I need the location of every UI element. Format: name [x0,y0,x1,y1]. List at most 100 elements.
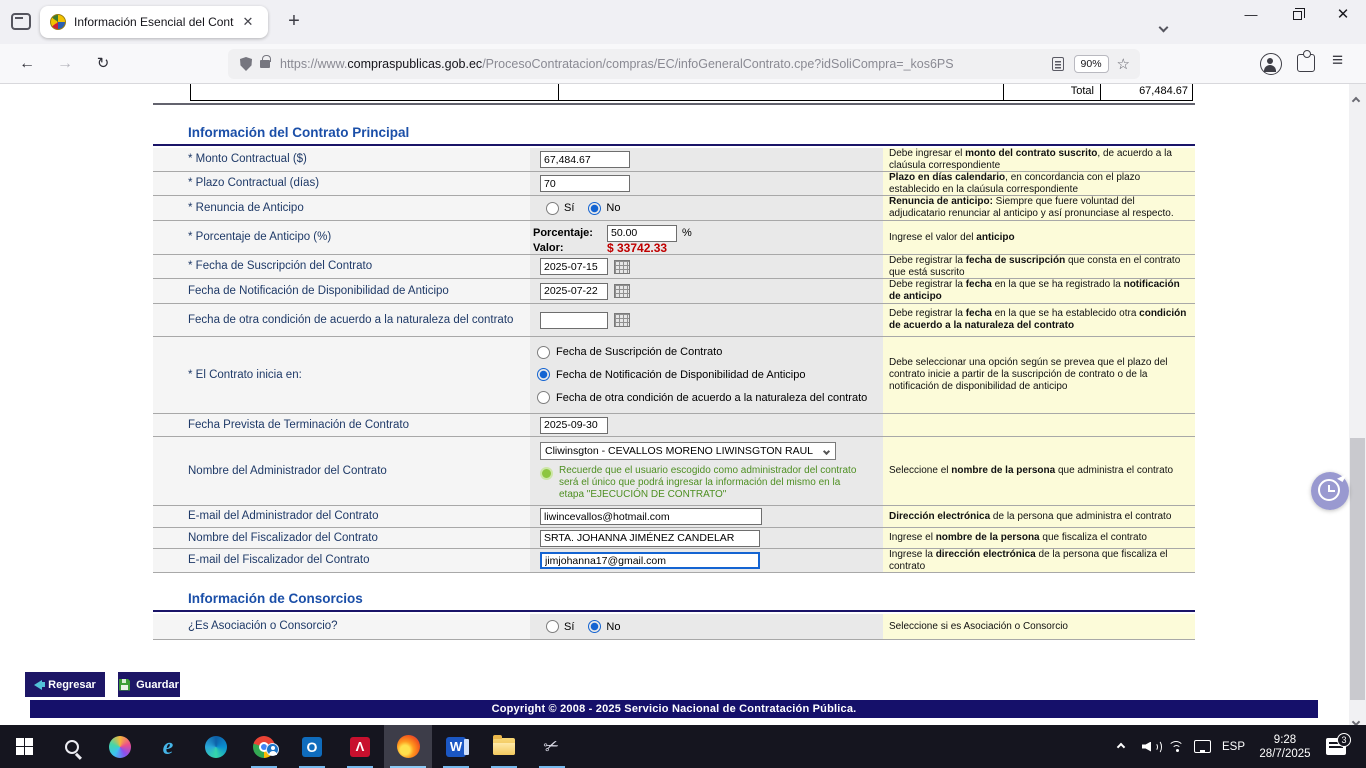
regresar-button[interactable]: Regresar [25,672,105,697]
field-help: Debe seleccionar una opción según se pre… [883,337,1195,413]
taskbar-explorer-button[interactable] [480,725,528,768]
display-connect-icon[interactable] [1194,725,1211,768]
email-admin-input[interactable] [540,508,762,525]
scrollbar-thumb[interactable] [1350,438,1365,700]
taskbar-firefox-button[interactable] [384,725,432,768]
reload-button[interactable]: ↻ [90,51,116,77]
row-fecha-suscripcion: * Fecha de Suscripción del Contrato Debe… [153,255,1195,279]
wifi-icon[interactable] [1168,725,1186,768]
language-indicator[interactable]: ESP [1222,725,1245,768]
fecha-notificacion-input[interactable] [540,283,608,300]
taskbar-ie-button[interactable]: e [144,725,192,768]
lock-icon[interactable] [260,60,270,68]
renuncia-si-radio[interactable] [546,202,559,215]
field-help: Ingrese el nombre de la persona que fisc… [883,528,1195,548]
guardar-button[interactable]: Guardar [118,672,180,697]
forward-button[interactable]: → [52,51,78,77]
row-contrato-inicia: * El Contrato inicia en: Fecha de Suscri… [153,337,1195,414]
hamburger-menu-icon[interactable]: ≡ [1332,50,1343,72]
divider [153,103,1195,105]
consorcio-block: ¿Es Asociación o Consorcio? Sí No Selecc… [153,614,1195,640]
tab-close-icon[interactable]: ✕ [238,14,258,30]
extensions-icon[interactable] [1297,54,1315,72]
calendar-icon[interactable] [614,284,630,298]
tracking-shield-icon[interactable] [240,57,252,71]
consorcio-si-radio[interactable] [546,620,559,633]
clock-date[interactable]: 9:28 28/7/2025 [1252,725,1318,768]
section-consorcios: Información de Consorcios [153,590,1195,612]
administrador-select[interactable]: Cliwinsgton - CEVALLOS MORENO LIWINSGTON… [540,442,836,460]
selected-option: Cliwinsgton - CEVALLOS MORENO LIWINSGTON… [545,445,813,457]
radio-label: Sí [564,202,574,214]
file-explorer-icon [493,738,515,755]
taskbar-snipping-button[interactable]: ✂ [528,725,576,768]
row-fecha-notificacion: Fecha de Notificación de Disponibilidad … [153,279,1195,304]
vertical-scrollbar[interactable] [1349,84,1366,725]
firefox-view-icon[interactable] [11,13,31,30]
option-label: Fecha de otra condición de acuerdo a la … [556,392,867,404]
internet-explorer-icon: e [163,736,174,758]
scroll-up-arrow[interactable] [1353,91,1359,109]
field-help: Debe ingresar el monto del contrato susc… [883,148,1195,171]
option-label: Fecha de Suscripción de Contrato [556,346,722,358]
fecha-otra-input[interactable] [540,312,608,329]
field-help: Seleccione el nombre de la persona que a… [883,437,1195,505]
window-restore-button[interactable] [1274,0,1320,32]
inicia-otra-radio[interactable] [537,391,550,404]
taskbar-edge-button[interactable] [192,725,240,768]
field-label: * Monto Contractual ($) [153,148,530,171]
row-email-fiscalizador: E-mail del Fiscalizador del Contrato Ing… [153,549,1195,573]
new-tab-button[interactable]: + [280,8,308,36]
notification-center-button[interactable]: 3 [1326,725,1346,768]
tray-date: 28/7/2025 [1259,747,1310,761]
window-close-button[interactable]: ✕ [1320,0,1366,32]
taskbar-outlook-button[interactable]: O [288,725,336,768]
back-button[interactable]: ← [14,51,40,77]
volume-icon[interactable] [1142,725,1160,768]
chrome-profile-badge [266,743,279,756]
search-icon [65,740,79,754]
field-label: * Porcentaje de Anticipo (%) [153,221,530,254]
taskbar-acrobat-button[interactable]: Λ [336,725,384,768]
renuncia-no-radio[interactable] [588,202,601,215]
reader-mode-icon[interactable] [1052,57,1064,71]
taskbar-word-button[interactable]: W [432,725,480,768]
row-fecha-otra: Fecha de otra condición de acuerdo a la … [153,304,1195,337]
start-button[interactable] [0,725,48,768]
row-fecha-prevista: Fecha Prevista de Terminación de Contrat… [153,414,1195,437]
total-value: 67,484.67 [1101,84,1192,100]
zoom-level-badge[interactable]: 90% [1074,55,1109,73]
fecha-suscripcion-input[interactable] [540,258,608,275]
tray-show-hidden-icons[interactable] [1118,725,1124,768]
porcentaje-input[interactable] [607,225,677,242]
info-icon [540,467,553,480]
window-minimize-button[interactable]: — [1228,0,1274,32]
url-text: https://www.compraspublicas.gob.ec/Proce… [280,57,1042,71]
plazo-input[interactable] [540,175,630,192]
bookmark-star-icon[interactable]: ☆ [1117,55,1130,73]
taskbar-chrome-button[interactable] [240,725,288,768]
row-monto: * Monto Contractual ($) Debe ingresar el… [153,148,1195,172]
fiscalizador-input[interactable] [540,530,760,547]
taskbar-copilot-button[interactable] [96,725,144,768]
restore-icon [1293,11,1302,20]
floating-clock-widget[interactable] [1311,472,1349,510]
browser-tab[interactable]: Información Esencial del Contra ✕ [40,6,268,38]
consorcio-no-radio[interactable] [588,620,601,633]
inicia-suscripcion-radio[interactable] [537,346,550,359]
email-fiscalizador-input[interactable] [540,552,760,569]
taskbar-search-button[interactable] [48,725,96,768]
url-bar[interactable]: https://www.compraspublicas.gob.ec/Proce… [228,49,1140,79]
inicia-notificacion-radio[interactable] [537,368,550,381]
fecha-prevista-input[interactable] [540,417,608,434]
calendar-icon[interactable] [614,313,630,327]
calendar-icon[interactable] [614,260,630,274]
monto-input[interactable] [540,151,630,168]
copilot-icon [109,736,131,758]
field-help: Seleccione si es Asociación o Consorcio [883,614,1195,639]
section-title: Información de Consorcios [188,591,363,606]
account-icon[interactable] [1260,53,1282,75]
firefox-icon [397,735,420,758]
list-tabs-icon[interactable] [1160,18,1167,36]
row-email-admin: E-mail del Administrador del Contrato Di… [153,506,1195,528]
